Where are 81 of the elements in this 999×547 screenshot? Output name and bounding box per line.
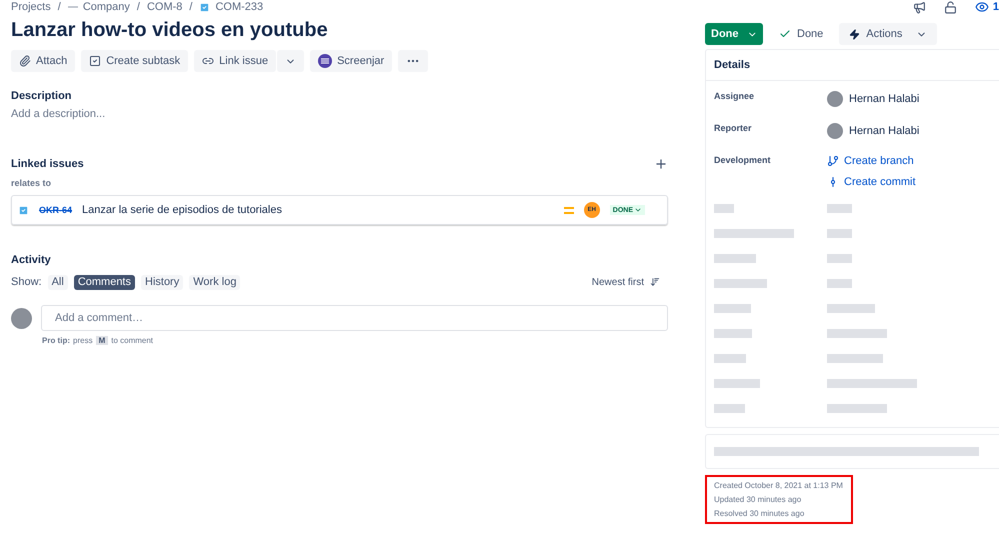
chevron-down-icon xyxy=(634,206,642,214)
person-name[interactable]: Hernan Halabi xyxy=(849,125,920,137)
breadcrumb-separator: / xyxy=(58,1,61,13)
redacted-block xyxy=(714,204,734,213)
link-issue-button[interactable]: Link issue xyxy=(194,50,276,72)
field-label: Reporter xyxy=(714,123,753,135)
redacted-block xyxy=(827,204,852,213)
field-label: Development xyxy=(714,155,772,167)
tip-lead: Pro tip: xyxy=(42,336,70,345)
section-heading: Linked issues xyxy=(11,158,84,170)
megaphone-icon[interactable] xyxy=(912,0,926,14)
redacted-block xyxy=(827,254,852,263)
panel-title: Details xyxy=(706,50,999,81)
user-avatar xyxy=(827,123,843,139)
user-avatar xyxy=(827,91,843,107)
status-button[interactable]: Done xyxy=(705,23,763,45)
check-icon xyxy=(779,28,791,40)
redacted-block xyxy=(714,329,752,338)
redacted-block xyxy=(714,279,767,288)
breadcrumb-separator: / xyxy=(189,1,192,13)
keyboard-key: M xyxy=(96,336,108,345)
timestamp-text: Created October 8, 2021 at 1:13 PM xyxy=(714,481,844,490)
issue-title: Lanzar how-to videos en youtube xyxy=(11,19,329,42)
description-placeholder[interactable]: Add a description... xyxy=(11,108,668,120)
task-icon xyxy=(18,204,29,216)
screenjar-button[interactable]: Screenjar xyxy=(310,50,392,72)
tip-text: press xyxy=(73,336,93,345)
task-icon xyxy=(199,2,210,12)
actions-button[interactable]: Actions xyxy=(839,23,938,45)
show-label: Show: xyxy=(11,276,42,288)
breadcrumb-link[interactable]: Projects xyxy=(11,1,51,13)
sort-icon xyxy=(650,277,660,287)
redacted-block xyxy=(827,329,887,338)
breadcrumb-link[interactable]: Company xyxy=(68,1,130,13)
dev-link[interactable]: Create commit xyxy=(827,176,991,188)
sort-button[interactable]: Newest first xyxy=(592,271,668,293)
branch-icon xyxy=(827,155,839,167)
add-icon[interactable] xyxy=(654,157,668,171)
section-heading: Description xyxy=(11,90,73,102)
redacted-block xyxy=(714,354,746,363)
filter-tab[interactable]: Work log xyxy=(189,274,240,290)
watcher-count: 1 xyxy=(992,1,999,13)
redacted-block xyxy=(827,304,875,313)
relation-label: relates to xyxy=(11,178,52,188)
screenjar-icon xyxy=(318,54,332,68)
redacted-block xyxy=(827,279,852,288)
user-avatar xyxy=(11,308,32,328)
paperclip-icon xyxy=(19,55,31,67)
redacted-block xyxy=(714,304,751,313)
link-icon xyxy=(202,55,214,67)
resolution-status: Done xyxy=(769,23,834,45)
dev-link[interactable]: Create branch xyxy=(827,155,991,167)
watch-icon[interactable] xyxy=(974,0,989,14)
subtask-button[interactable]: Create subtask xyxy=(81,50,188,72)
breadcrumb-link[interactable]: COM-8 xyxy=(146,1,182,13)
issue-summary: Lanzar la serie de episodios de tutoriales xyxy=(82,204,283,216)
field-label: Assignee xyxy=(714,91,756,103)
redacted-block xyxy=(714,254,756,263)
tip-text: to comment xyxy=(111,336,154,345)
project-icon xyxy=(68,5,78,9)
filter-tab[interactable]: History xyxy=(141,274,184,290)
redacted-block xyxy=(827,229,852,238)
attach-button[interactable]: Attach xyxy=(11,50,76,72)
comment-field[interactable]: Add a comment… xyxy=(41,305,668,331)
timestamp-text: Resolved 30 minutes ago xyxy=(714,509,806,518)
redacted-block xyxy=(827,354,883,363)
issue-key-link[interactable]: OKR-64 xyxy=(39,205,72,215)
filter-tab[interactable]: Comments xyxy=(74,274,135,290)
unlock-icon[interactable] xyxy=(944,0,957,14)
breadcrumb-separator: / xyxy=(136,1,140,13)
redacted-block xyxy=(827,404,887,413)
filter-tab[interactable]: All xyxy=(48,274,68,290)
lightning-icon xyxy=(849,28,860,40)
breadcrumb-link[interactable]: COM-233 xyxy=(199,1,264,13)
priority-medium-icon xyxy=(564,206,574,214)
redacted-block xyxy=(714,379,760,388)
person-name[interactable]: Hernan Halabi xyxy=(849,93,920,105)
section-heading: Activity xyxy=(11,254,52,266)
subtask-icon xyxy=(89,55,102,67)
timestamp-text: Updated 30 minutes ago xyxy=(714,495,802,504)
redacted-block xyxy=(714,404,745,413)
